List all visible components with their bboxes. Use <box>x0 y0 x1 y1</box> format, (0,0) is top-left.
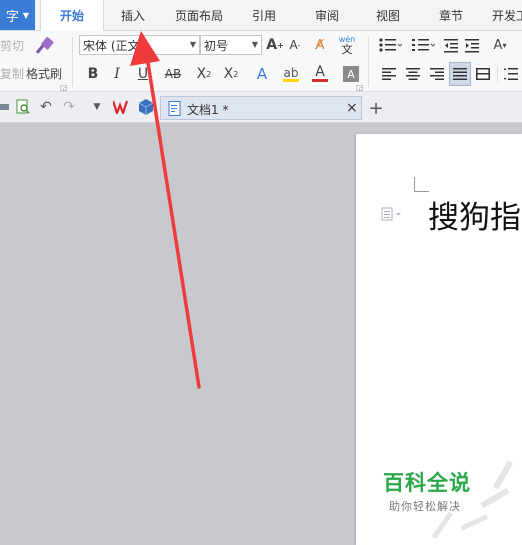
increase-indent-icon[interactable] <box>463 35 481 55</box>
font-name-select[interactable]: 宋体 (正文) ▼ <box>79 35 200 55</box>
change-case-icon[interactable]: A ▾ <box>487 35 513 55</box>
ribbon-home: 剪切 复制 格式刷 ◲ 宋体 (正文) ▼ 初号 ▼ A + A- A̸ wén 文… <box>0 31 522 92</box>
superscript-icon[interactable]: X2 <box>195 64 213 84</box>
tab-review[interactable]: 审阅 <box>315 0 339 30</box>
divider <box>72 37 73 87</box>
paragraph-handle-icon[interactable] <box>381 206 405 225</box>
italic-icon[interactable]: I <box>110 64 124 84</box>
bullets-icon[interactable] <box>375 35 405 55</box>
document-body-text[interactable]: 搜狗指 <box>428 192 521 237</box>
cut-button[interactable]: 剪切 <box>0 35 24 55</box>
chevron-down-icon: ▼ <box>189 40 196 49</box>
menu-bar: 字 ▼ 开始 插入 页面布局 引用 审阅 视图 章节 开发工 <box>0 0 522 31</box>
cube-icon[interactable] <box>138 98 154 116</box>
divider <box>497 67 498 83</box>
print-icon[interactable] <box>0 99 10 115</box>
bold-icon[interactable]: B <box>85 64 101 84</box>
tab-developer[interactable]: 开发工 <box>492 0 522 30</box>
copy-button[interactable]: 复制 <box>0 63 24 83</box>
tab-page-layout[interactable]: 页面布局 <box>175 0 223 30</box>
close-icon[interactable]: × <box>346 100 358 116</box>
app-menu-button[interactable]: 字 ▼ <box>0 0 35 30</box>
font-size-select[interactable]: 初号 ▼ <box>200 35 262 55</box>
dialog-launcher-icon[interactable]: ◲ <box>60 83 68 92</box>
numbering-icon[interactable] <box>408 35 438 55</box>
divider <box>368 37 369 87</box>
line-spacing-icon[interactable] <box>502 64 520 84</box>
strikethrough-icon[interactable]: AB <box>162 64 184 84</box>
redo-icon[interactable]: ↷ <box>60 98 78 116</box>
tab-insert[interactable]: 插入 <box>121 0 145 30</box>
document-tab[interactable]: 文档1 * × <box>160 96 362 120</box>
tab-section[interactable]: 章节 <box>439 0 463 30</box>
app-menu-label: 字 <box>5 9 19 25</box>
character-shading-icon[interactable]: A <box>343 66 359 82</box>
print-preview-icon[interactable] <box>14 98 32 116</box>
chevron-down-icon: ▼ <box>22 10 30 20</box>
grow-font-icon[interactable]: A + <box>266 35 284 55</box>
distributed-align-icon[interactable] <box>474 64 492 84</box>
document-tab-label: 文档1 * <box>187 103 229 117</box>
subscript-icon[interactable]: X2 <box>222 64 240 84</box>
new-tab-button[interactable]: + <box>367 97 385 119</box>
align-center-icon[interactable] <box>404 64 422 84</box>
plus-icon: + <box>368 97 384 119</box>
dialog-launcher-icon[interactable]: ◲ <box>356 83 364 92</box>
document-file-icon <box>168 101 182 119</box>
align-right-icon[interactable] <box>428 64 446 84</box>
tab-view[interactable]: 视图 <box>376 0 400 30</box>
align-left-icon[interactable] <box>380 64 398 84</box>
decrease-indent-icon[interactable] <box>442 35 460 55</box>
highlight-icon[interactable]: ab <box>281 64 301 84</box>
shrink-font-icon[interactable]: A- <box>286 35 304 55</box>
format-painter-icon[interactable] <box>30 34 58 60</box>
justify-icon[interactable] <box>449 62 471 86</box>
phonetic-guide-icon[interactable]: wén 文 <box>334 33 360 57</box>
margin-corner-mark <box>414 177 429 192</box>
format-painter-button[interactable]: 格式刷 <box>26 63 62 83</box>
wps-logo-icon[interactable] <box>112 98 132 116</box>
underline-icon[interactable]: U <box>134 64 152 84</box>
undo-icon[interactable]: ↶ <box>37 98 55 116</box>
chevron-down-icon[interactable]: ▼ <box>90 98 104 116</box>
tab-references[interactable]: 引用 <box>252 0 276 30</box>
watermark-stamp <box>431 460 514 540</box>
tab-home[interactable]: 开始 <box>40 0 104 31</box>
chevron-down-icon: ▼ <box>251 40 258 49</box>
font-color-icon[interactable]: A <box>310 64 330 84</box>
clear-format-icon[interactable]: A̸ <box>311 35 329 55</box>
text-effect-icon[interactable]: A <box>252 64 272 84</box>
